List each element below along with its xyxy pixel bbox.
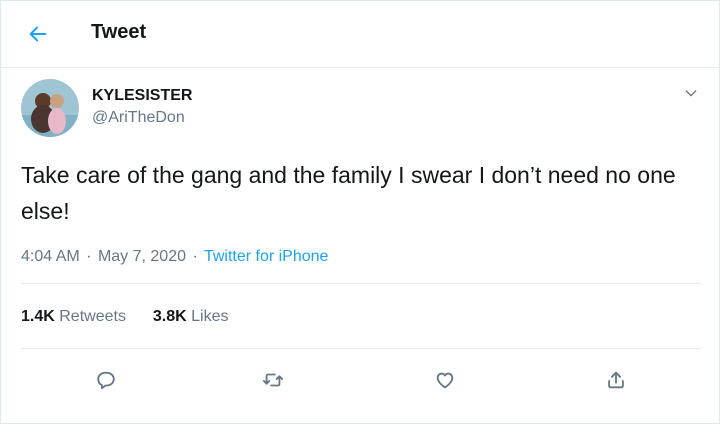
avatar[interactable] <box>21 79 79 137</box>
author-handle[interactable]: @AriTheDon <box>92 109 185 127</box>
reply-button[interactable] <box>91 365 121 395</box>
chevron-down-icon <box>685 90 697 97</box>
like-icon <box>436 372 454 389</box>
likes-stat[interactable]: 3.8K Likes <box>153 308 229 325</box>
tweet-source-link[interactable]: Twitter for iPhone <box>204 248 329 265</box>
back-button[interactable] <box>23 19 53 49</box>
page-title: Tweet <box>91 21 147 43</box>
header-bar: Tweet <box>1 1 720 68</box>
likes-label: Likes <box>191 308 229 325</box>
retweets-label: Retweets <box>59 308 126 325</box>
tweet-text: Take care of the gang and the family I s… <box>21 162 676 224</box>
like-button[interactable] <box>430 365 460 395</box>
tweet-page: Tweet KYLESISTER @AriTheDon Take care of… <box>0 0 720 424</box>
retweet-icon <box>262 373 284 387</box>
action-bar <box>1 361 720 401</box>
author-display-name[interactable]: KYLESISTER <box>92 87 192 105</box>
retweet-button[interactable] <box>258 365 288 395</box>
tweet-time[interactable]: 4:04 AM <box>21 248 80 265</box>
tweet-date[interactable]: May 7, 2020 <box>98 248 186 265</box>
arrow-left-icon <box>29 26 47 42</box>
retweets-count: 1.4K <box>21 308 55 325</box>
tweet-stats: 1.4K Retweets 3.8K Likes <box>21 308 228 326</box>
divider <box>21 348 701 349</box>
more-options-button[interactable] <box>679 81 703 105</box>
reply-icon <box>97 371 115 390</box>
divider <box>21 283 701 284</box>
avatar-photo <box>21 79 79 137</box>
share-button[interactable] <box>601 365 631 395</box>
retweets-stat[interactable]: 1.4K Retweets <box>21 308 130 325</box>
meta-separator: · <box>86 248 92 265</box>
meta-separator: · <box>192 248 198 265</box>
tweet-meta: 4:04 AM · May 7, 2020 · Twitter for iPho… <box>21 248 328 266</box>
share-icon <box>608 371 624 389</box>
likes-count: 3.8K <box>152 308 187 325</box>
